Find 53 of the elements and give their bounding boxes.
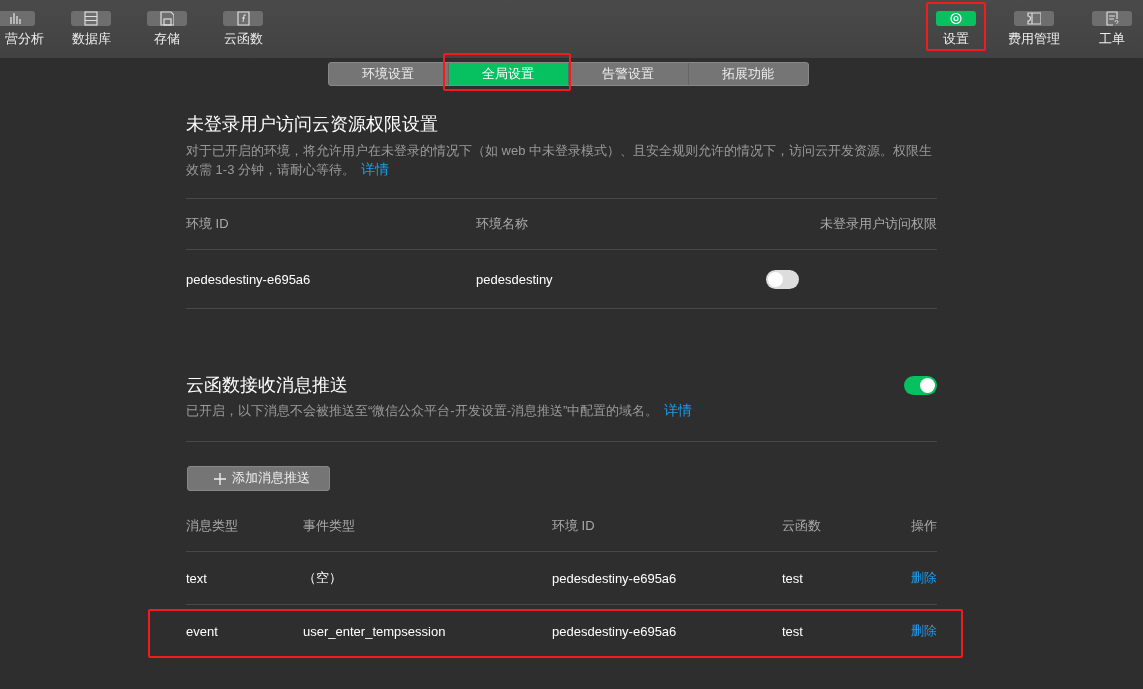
section-description: 已开启，以下消息不会被推送至“微信公众平台-开发设置-消息推送”中配置的域名。 详情 xyxy=(186,401,694,420)
column-header: 未登录用户访问权限 xyxy=(820,215,937,233)
column-header: 环境 ID xyxy=(186,215,230,233)
toolbar-label: 设置 xyxy=(943,31,969,48)
toolbar-item[interactable]: 云函数 xyxy=(213,0,273,47)
function-icon xyxy=(236,11,250,26)
toolbar-item[interactable]: 工单 xyxy=(1082,0,1142,47)
toolbar-item[interactable]: 营分析 xyxy=(0,0,45,47)
toolbar-item[interactable]: 费用管理 xyxy=(1004,0,1064,47)
settings-icon xyxy=(949,11,963,26)
column-header: 云函数 xyxy=(782,517,822,535)
toolbar-label: 存储 xyxy=(154,31,180,48)
table-cell-text: user_enter_tempsession xyxy=(303,623,447,639)
table-cell-text: pedesdestiny xyxy=(476,271,554,287)
document-icon xyxy=(1105,11,1119,26)
table-cell-text: event xyxy=(186,623,219,639)
plus-icon xyxy=(214,472,226,485)
table-cell-text: test xyxy=(782,570,804,586)
table-cell-text: test xyxy=(782,623,804,639)
table-cell-text: pedesdestiny-e695a6 xyxy=(186,271,312,287)
toolbar-item[interactable]: 设置 xyxy=(926,0,986,47)
section-title: 云函数接收消息推送 xyxy=(186,374,348,397)
toolbar-label: 云函数 xyxy=(223,31,263,48)
column-header: 环境 ID xyxy=(552,517,596,535)
toolbar-item[interactable]: 数据库 xyxy=(61,0,121,47)
table-cell-text: pedesdestiny-e695a6 xyxy=(552,570,678,586)
column-header: 操作 xyxy=(911,517,937,535)
details-link[interactable]: 详情 xyxy=(664,402,693,418)
bar-chart-icon xyxy=(8,11,22,26)
table-cell-text: text xyxy=(186,570,208,586)
list-icon xyxy=(84,11,98,26)
column-header: 环境名称 xyxy=(476,215,529,233)
ticket-icon xyxy=(1027,11,1041,26)
toolbar-item[interactable]: 存储 xyxy=(137,0,197,47)
section-description: 对于已开启的环境，将允许用户在未登录的情况下（如 web 中未登录模式）、且安全规则允许的情况下，访问云开发资源。权限生效需 1-3 分钟，请耐心等待。 详情 xyxy=(186,142,934,179)
toolbar-label: 营分析 xyxy=(4,31,44,48)
table-cell-text: pedesdestiny-e695a6 xyxy=(552,623,678,639)
toggle-switch[interactable] xyxy=(766,269,799,289)
toolbar-label: 费用管理 xyxy=(1008,31,1060,48)
tab[interactable]: 环境设置 xyxy=(328,63,448,85)
tab[interactable]: 拓展功能 xyxy=(687,63,808,85)
section-title: 未登录用户访问云资源权限设置 xyxy=(186,113,439,136)
delete-link[interactable]: 删除 xyxy=(911,622,937,640)
toolbar-label: 工单 xyxy=(1099,31,1125,48)
toggle-switch[interactable] xyxy=(904,375,937,395)
delete-link[interactable]: 删除 xyxy=(911,569,937,587)
add-push-button[interactable]: 添加消息推送 xyxy=(187,466,330,491)
column-header: 事件类型 xyxy=(303,517,356,535)
tab[interactable]: 告警设置 xyxy=(567,63,688,85)
column-header: 消息类型 xyxy=(186,517,239,535)
toolbar-label: 数据库 xyxy=(71,31,111,48)
table-cell-text: （空） xyxy=(303,569,343,587)
details-link[interactable]: 详情 xyxy=(361,161,389,177)
